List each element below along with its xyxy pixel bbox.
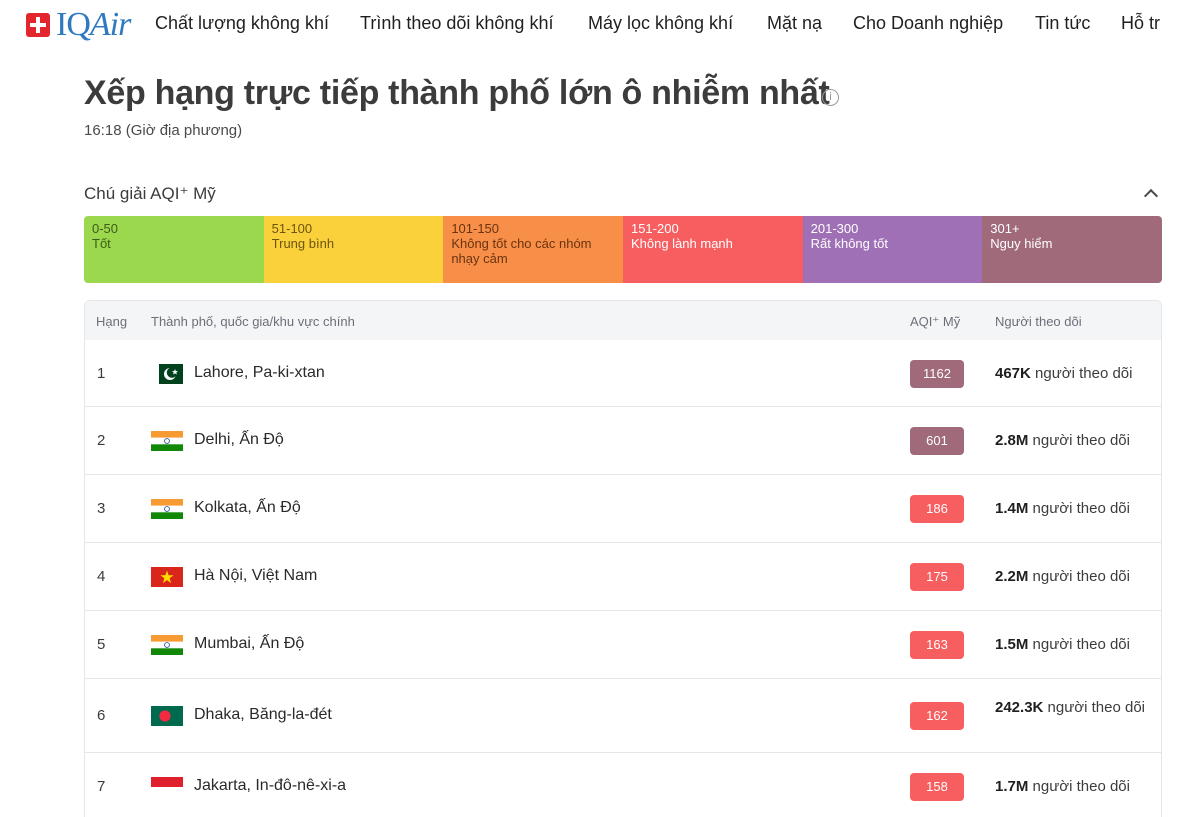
legend-label: Tốt [92, 236, 111, 251]
table-header: Hạng Thành phố, quốc gia/khu vực chính A… [85, 301, 1161, 340]
legend-segment: 51-100 Trung bình [263, 216, 444, 283]
aqi-badge: 601 [910, 427, 964, 455]
legend-segment: 301+ Nguy hiểm [982, 216, 1162, 283]
row-rank: 6 [97, 707, 106, 724]
row-followers: 1.7M người theo dõi [995, 778, 1155, 795]
row-rank: 2 [97, 432, 106, 449]
aqi-badge: 162 [910, 702, 964, 730]
row-rank: 7 [97, 778, 106, 795]
header-city: Thành phố, quốc gia/khu vực chính [151, 314, 355, 329]
row-city[interactable]: Dhaka, Băng-la-đét [194, 706, 332, 724]
local-time: 16:18 (Giờ địa phương) [84, 122, 243, 139]
swiss-cross-icon [26, 13, 50, 37]
row-rank: 3 [97, 500, 106, 517]
nav-item-air-quality[interactable]: Chất lượng không khí [155, 12, 329, 34]
pakistan-flag-icon [151, 364, 183, 384]
nav-item-air-purifiers[interactable]: Máy lọc không khí [588, 12, 733, 34]
row-followers: 467K người theo dõi [995, 365, 1155, 382]
aqi-legend: 0-50 Tốt 51-100 Trung bình 101-150 Không tốt … [84, 216, 1162, 283]
brand-name: IQAir [56, 6, 131, 43]
table-row[interactable]: 1 Lahore, Pa-ki-xtan 1162 467K người theo d… [85, 340, 1161, 407]
row-city[interactable]: Jakarta, In-đô-nê-xi-a [194, 777, 346, 795]
row-rank: 5 [97, 636, 106, 653]
followers-label: người theo dõi [1035, 365, 1133, 382]
followers-count: 2.8M [995, 432, 1029, 449]
followers-label: người theo dõi [1032, 500, 1130, 517]
nav-item-business[interactable]: Cho Doanh nghiệp [853, 12, 1003, 34]
legend-segment: 0-50 Tốt [84, 216, 264, 283]
legend-label: Rất không tốt [810, 236, 888, 251]
table-row[interactable]: 3 Kolkata, Ấn Độ 186 1.4M người theo dõi [85, 475, 1161, 543]
legend-label: Trung bình [271, 236, 335, 251]
row-followers: 1.4M người theo dõi [995, 500, 1155, 517]
row-followers: 2.2M người theo dõi [995, 568, 1155, 585]
nav-item-masks[interactable]: Mặt nạ [767, 12, 822, 34]
legend-segment: 151-200 Không lành mạnh [622, 216, 803, 283]
header-followers[interactable]: Người theo dõi [995, 314, 1082, 329]
legend-range: 101-150 [451, 221, 500, 236]
aqi-badge: 186 [910, 495, 964, 523]
legend-range: 301+ [990, 221, 1020, 236]
header-rank[interactable]: Hạng [96, 314, 127, 329]
row-rank: 4 [97, 568, 106, 585]
vietnam-flag-icon [151, 567, 183, 587]
aqi-badge: 175 [910, 563, 964, 591]
india-flag-icon [151, 431, 183, 451]
iqair-logo[interactable]: IQAir [26, 6, 131, 43]
india-flag-icon [151, 635, 183, 655]
row-followers: 1.5M người theo dõi [995, 636, 1155, 653]
row-city[interactable]: Lahore, Pa-ki-xtan [194, 364, 325, 382]
chevron-up-icon[interactable] [1141, 184, 1161, 204]
legend-range: 201-300 [810, 221, 859, 236]
top-navigation: IQAir Chất lượng không khí Trình theo dõ… [0, 0, 1200, 48]
legend-range: 0-50 [92, 221, 119, 236]
row-city[interactable]: Kolkata, Ấn Độ [194, 499, 301, 517]
info-icon[interactable]: i [822, 89, 839, 106]
table-row[interactable]: 6 Dhaka, Băng-la-đét 162 242.3K người theo … [85, 679, 1161, 753]
row-followers: 2.8M người theo dõi [995, 432, 1155, 449]
aqi-badge: 163 [910, 631, 964, 659]
row-city[interactable]: Delhi, Ấn Độ [194, 431, 284, 449]
followers-count: 1.4M [995, 500, 1029, 517]
nav-item-air-monitors[interactable]: Trình theo dõi không khí [360, 12, 553, 34]
legend-segment: 101-150 Không tốt cho các nhóm nhạy cảm [443, 216, 623, 283]
row-city[interactable]: Hà Nội, Việt Nam [194, 567, 317, 585]
header-aqi[interactable]: AQI⁺ Mỹ [910, 314, 960, 330]
indonesia-flag-icon [151, 777, 183, 797]
legend-segment: 201-300 Rất không tốt [802, 216, 983, 283]
row-city[interactable]: Mumbai, Ấn Độ [194, 635, 304, 653]
followers-count: 1.7M [995, 778, 1029, 795]
india-flag-icon [151, 499, 183, 519]
followers-label: người theo dõi [1047, 699, 1145, 716]
followers-count: 467K [995, 365, 1031, 382]
followers-label: người theo dõi [1032, 432, 1130, 449]
legend-label: Không lành mạnh [630, 236, 733, 251]
table-row[interactable]: 5 Mumbai, Ấn Độ 163 1.5M người theo dõi [85, 611, 1161, 679]
legend-label: Nguy hiểm [990, 236, 1053, 251]
legend-range: 151-200 [630, 221, 679, 236]
followers-count: 2.2M [995, 568, 1029, 585]
followers-label: người theo dõi [1032, 568, 1130, 585]
row-rank: 1 [97, 365, 106, 382]
bangladesh-flag-icon [151, 706, 183, 726]
table-row[interactable]: 7 Jakarta, In-đô-nê-xi-a 158 1.7M người the… [85, 753, 1161, 817]
nav-item-news[interactable]: Tin tức [1035, 12, 1090, 34]
table-row[interactable]: 4 Hà Nội, Việt Nam 175 2.2M người theo dõi [85, 543, 1161, 611]
aqi-badge: 1162 [910, 360, 964, 388]
legend-range: 51-100 [271, 221, 313, 236]
legend-title: Chú giải AQI⁺ Mỹ [84, 184, 216, 203]
nav-item-support[interactable]: Hỗ tr [1121, 12, 1161, 34]
followers-label: người theo dõi [1032, 636, 1130, 653]
page-title: Xếp hạng trực tiếp thành phố lớn ô nhiễm… [84, 74, 830, 112]
legend-label: Không tốt cho các nhóm nhạy cảm [451, 236, 592, 266]
aqi-badge: 158 [910, 773, 964, 801]
followers-label: người theo dõi [1032, 778, 1130, 795]
followers-count: 242.3K [995, 699, 1044, 716]
table-row[interactable]: 2 Delhi, Ấn Độ 601 2.8M người theo dõi [85, 407, 1161, 475]
row-followers: 242.3K người theo dõi [995, 699, 1155, 716]
followers-count: 1.5M [995, 636, 1029, 653]
ranking-table: Hạng Thành phố, quốc gia/khu vực chính A… [84, 300, 1162, 817]
